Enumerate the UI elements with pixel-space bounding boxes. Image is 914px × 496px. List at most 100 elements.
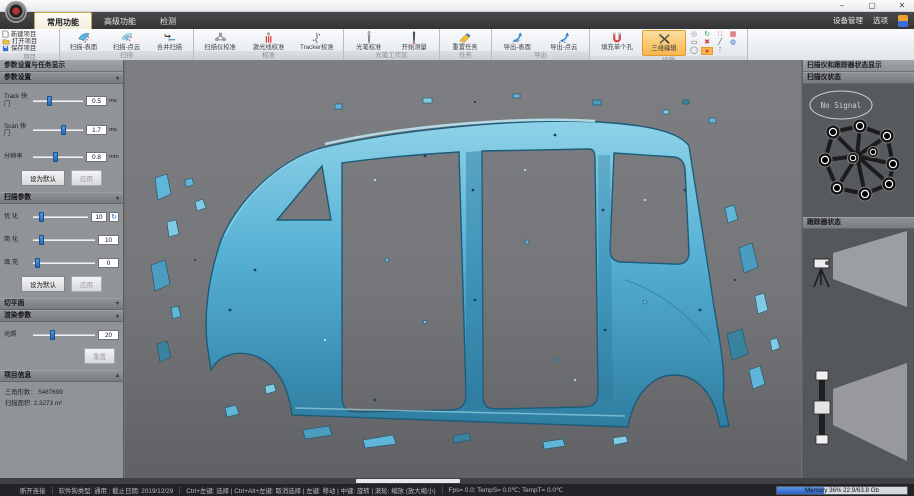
resolution-slider[interactable] (33, 156, 83, 158)
pen-calibration-button[interactable]: 光笔校准 (346, 30, 392, 51)
apply-button-2[interactable]: 应用 (71, 276, 102, 292)
tab-inspection[interactable]: 检测 (148, 12, 188, 29)
slider-label: 填 充 (4, 259, 30, 267)
collapse-arrow-icon[interactable]: ▴ (116, 72, 119, 84)
lighting-value[interactable]: 20 (98, 330, 119, 340)
track-shutter-value[interactable]: 0.5 (86, 96, 107, 106)
export-surface-button[interactable]: 导出-表面 (494, 30, 541, 51)
scan-area-label: 扫描面积: (5, 400, 32, 407)
group-label: 扫描 (60, 51, 193, 60)
reset-task-button[interactable]: 重置任务 (442, 30, 488, 51)
set-default-button-2[interactable]: 设为默认 (21, 276, 65, 292)
section-cut-plane[interactable]: 切平面▾ (0, 298, 123, 310)
point-select-icon[interactable]: ● (701, 47, 713, 55)
collapse-arrow-icon[interactable]: ▴ (116, 370, 119, 382)
minimize-button[interactable]: – (834, 0, 850, 12)
button-label: 新建项目 (11, 31, 36, 38)
optimize-slider[interactable] (33, 216, 88, 218)
show-points-icon[interactable]: ∷ (714, 31, 726, 39)
scan-surface-button[interactable]: 扫描-表面 (62, 30, 105, 51)
merge-scan-button[interactable]: 合并扫描 (148, 30, 191, 51)
group-label: 导出 (492, 51, 589, 60)
scan-shutter-slider[interactable] (33, 129, 83, 131)
section-tracker-status[interactable]: 跟踪器状态 (803, 217, 914, 229)
set-default-button[interactable]: 设为默认 (21, 170, 65, 186)
button-label: 开始测量 (402, 44, 427, 51)
collapse-arrow-icon[interactable]: ▾ (116, 298, 119, 310)
dongle-info: 软件狗类型: 通用 ; 截止日期: 2019/12/29 (59, 486, 174, 495)
simplify-slider[interactable] (33, 239, 95, 241)
section-title: 项目信息 (4, 370, 31, 382)
slider-label: Track 快门 (4, 93, 30, 109)
delete-selection-icon[interactable]: ▦ (727, 31, 739, 39)
laser-calibration-button[interactable]: 激光线校准 (244, 30, 292, 51)
left-panel-header: 参数设置与任务显示 (0, 60, 123, 72)
reset-task-icon (458, 32, 472, 44)
close-button[interactable]: ✕ (894, 0, 910, 12)
3d-viewport[interactable] (125, 60, 801, 478)
device-management-menu[interactable]: 设备管理 (833, 15, 863, 26)
fill-hole-icon (611, 32, 623, 44)
optimize-refresh-icon[interactable]: ↻ (109, 212, 119, 222)
scan-shutter-value[interactable]: 1.7 (86, 125, 107, 135)
cancel-select-icon[interactable]: ✖ (701, 39, 713, 47)
lighting-slider[interactable] (33, 334, 95, 336)
status-bar: 断开连接 软件狗类型: 通用 ; 截止日期: 2019/12/29 Ctrl+左… (0, 484, 914, 496)
scan-pointcloud-button[interactable]: 扫描-点云 (105, 30, 148, 51)
scanner-calibration-button[interactable]: 扫描仪校准 (196, 30, 244, 51)
simplify-value[interactable]: 10 (98, 235, 119, 245)
track-shutter-slider[interactable] (33, 100, 83, 102)
slider-label: 简 化 (4, 236, 30, 244)
section-project-info[interactable]: 项目信息 ▴ (0, 370, 123, 382)
reset-render-button[interactable]: 重置 (84, 348, 115, 364)
optimize-value[interactable]: 10 (91, 212, 107, 222)
parameter-panel: 参数设置与任务显示 参数设置▴ Track 快门 0.5 ms Scan 快门 … (0, 60, 124, 478)
tab-advanced-functions[interactable]: 高级功能 (92, 12, 148, 29)
splitter-handle[interactable] (356, 479, 460, 483)
tracker-preview (803, 229, 914, 490)
apply-button[interactable]: 应用 (71, 170, 102, 186)
fill-value[interactable]: 0 (98, 258, 119, 268)
memory-label: Memory 36% 22.9/63.8 Gb (777, 487, 907, 495)
button-label: 三维编辑 (651, 45, 676, 52)
triangles-label: 三角形数： (5, 389, 36, 396)
section-scan-params[interactable]: 扫描参数▴ (0, 192, 123, 204)
section-render-params[interactable]: 渲染参数▴ (0, 310, 123, 322)
ribbon-tabs: 常用功能 高级功能 检测 (34, 12, 188, 29)
start-measure-button[interactable]: 开始测量 (392, 30, 438, 51)
resolution-value[interactable]: 0.8 (86, 152, 107, 162)
maximize-button[interactable]: ▢ (864, 0, 880, 12)
app-logo-icon[interactable] (5, 1, 27, 23)
options-menu[interactable]: 选项 (873, 15, 888, 26)
tracker-fov-image (803, 229, 914, 490)
refresh-selection-icon[interactable]: ↻ (701, 31, 713, 39)
zoom-region-icon[interactable]: ◍ (727, 39, 739, 47)
ribbon-group-edit: 填充单个孔 三维编辑 ◎ ↻ ∷ ▦ ▭ ✖ ╱ ◍ ◯ ● ⋮ (590, 29, 748, 60)
save-project-button[interactable]: 保存项目 (2, 45, 57, 52)
collapse-arrow-icon[interactable]: ▴ (116, 192, 119, 204)
button-label: 合并扫描 (157, 44, 182, 51)
edit-3d-icon (658, 33, 671, 45)
open-project-button[interactable]: 打开项目 (2, 38, 57, 45)
new-project-button[interactable]: 新建项目 (2, 30, 57, 38)
ellipse-select-icon[interactable]: ◯ (688, 47, 700, 55)
laser-calibration-icon (262, 32, 275, 44)
rect-select-icon[interactable]: ▭ (688, 39, 700, 47)
list-options-icon[interactable]: ⋮ (714, 47, 726, 55)
tab-common-functions[interactable]: 常用功能 (34, 12, 92, 29)
section-scanner-status[interactable]: 扫描仪状态 (803, 72, 914, 84)
ribbon: 新建项目 打开项目 保存项目 项目 扫描-表面 (0, 29, 914, 60)
ribbon-group-pen-workspace: 光笔校准 开始测量 光笔工作区 (344, 29, 440, 60)
section-param-settings[interactable]: 参数设置▴ (0, 72, 123, 84)
fill-slider[interactable] (33, 262, 95, 264)
help-icon[interactable] (898, 15, 908, 27)
edit-pencil-icon[interactable]: ╱ (714, 39, 726, 47)
collapse-arrow-icon[interactable]: ▴ (116, 310, 119, 322)
tracker-calibration-button[interactable]: Tracker校准 (293, 30, 341, 51)
scanner-calibration-icon (214, 32, 227, 44)
button-label: 扫描-表面 (70, 44, 97, 51)
export-pointcloud-button[interactable]: 导出-点云 (541, 30, 588, 51)
edit-3d-button[interactable]: 三维编辑 (642, 30, 686, 56)
fill-hole-button[interactable]: 填充单个孔 (592, 30, 642, 56)
visibility-icon[interactable]: ◎ (688, 31, 700, 39)
